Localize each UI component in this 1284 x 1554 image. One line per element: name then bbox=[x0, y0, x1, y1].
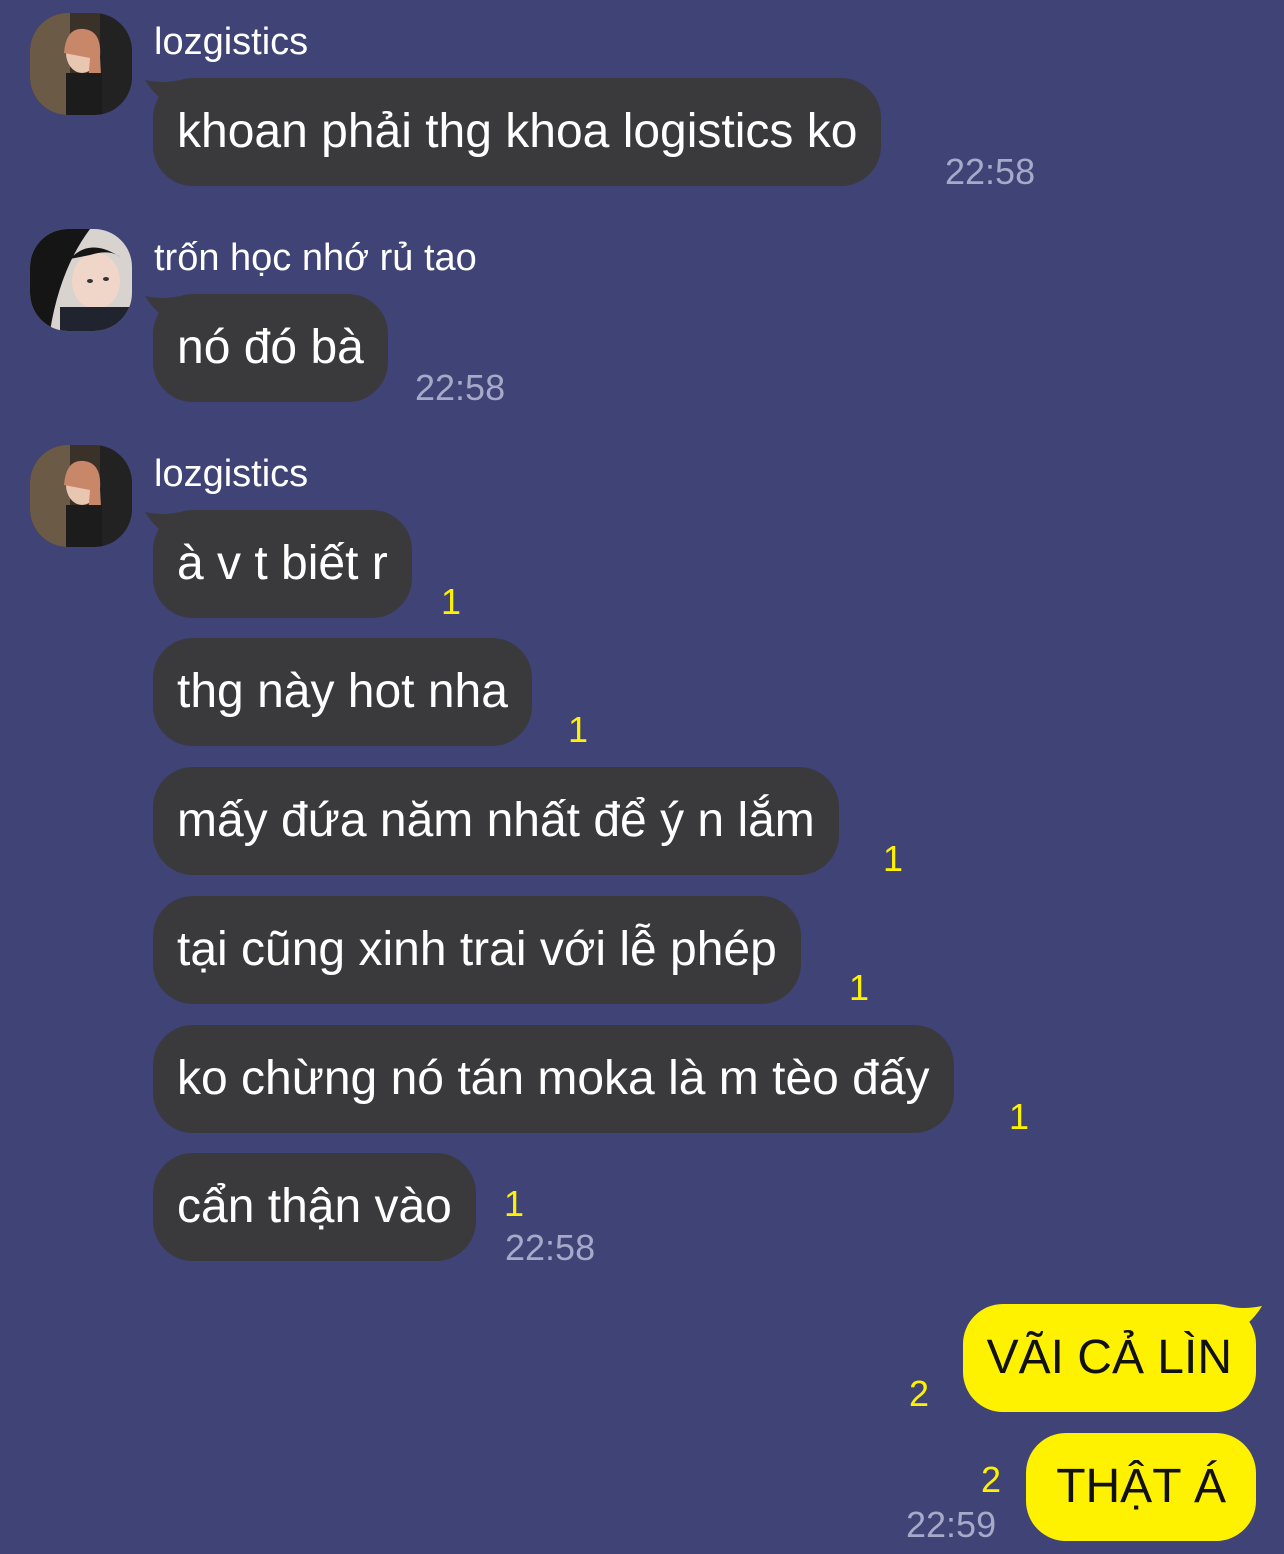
message-bubble[interactable]: nó đó bà bbox=[153, 294, 388, 402]
unread-count: 1 bbox=[883, 838, 904, 879]
sender-name: lozgistics bbox=[154, 21, 309, 63]
avatar[interactable] bbox=[30, 229, 132, 331]
unread-count: 1 bbox=[568, 709, 589, 750]
message-time: 22:58 bbox=[945, 151, 1036, 192]
unread-count: 1 bbox=[441, 581, 462, 622]
avatar[interactable] bbox=[30, 445, 132, 547]
unread-count: 1 bbox=[849, 967, 870, 1008]
profile-photo-icon bbox=[30, 13, 132, 115]
profile-photo-icon bbox=[30, 229, 132, 331]
message-time: 22:59 bbox=[906, 1504, 997, 1545]
unread-count: 2 bbox=[909, 1373, 930, 1414]
message-bubble[interactable]: cẩn thận vào bbox=[153, 1153, 476, 1261]
message-bubble[interactable]: khoan phải thg khoa logistics ko bbox=[153, 78, 882, 186]
profile-photo-icon bbox=[30, 445, 132, 547]
unread-count: 1 bbox=[504, 1183, 525, 1224]
sender-name: trốn học nhớ rủ tao bbox=[154, 237, 477, 279]
message-bubble[interactable]: mấy đứa năm nhất để ý n lắm bbox=[153, 767, 839, 875]
message-bubble[interactable]: tại cũng xinh trai với lễ phép bbox=[153, 896, 801, 1004]
message-bubble[interactable]: thg này hot nha bbox=[153, 638, 532, 746]
unread-count: 2 bbox=[981, 1459, 1002, 1500]
sender-name: lozgistics bbox=[154, 453, 309, 495]
message-time: 22:58 bbox=[505, 1227, 596, 1268]
unread-count: 1 bbox=[1009, 1096, 1030, 1137]
message-bubble[interactable]: THẬT Á bbox=[1026, 1433, 1256, 1541]
message-time: 22:58 bbox=[415, 367, 506, 408]
message-bubble[interactable]: ko chừng nó tán moka là m tèo đấy bbox=[153, 1025, 954, 1133]
message-bubble[interactable]: VÃI CẢ LÌN bbox=[962, 1304, 1256, 1412]
message-bubble[interactable]: à v t biết r bbox=[153, 510, 412, 618]
avatar[interactable] bbox=[30, 13, 132, 115]
